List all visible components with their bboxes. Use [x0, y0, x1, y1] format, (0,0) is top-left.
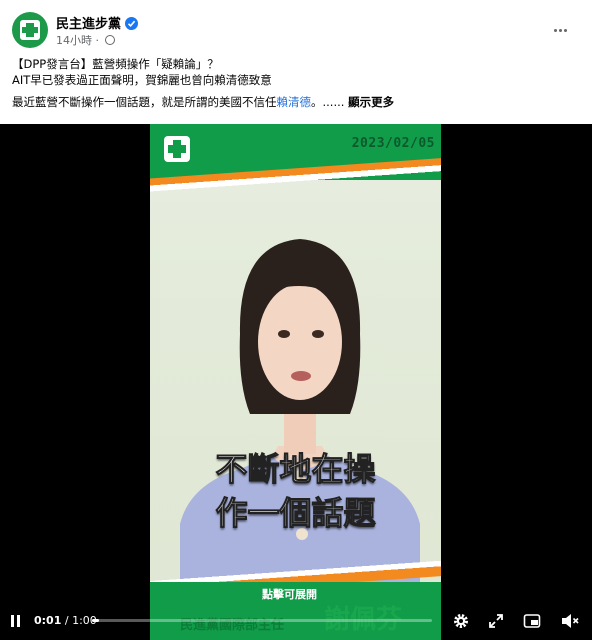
- caption-line: 不斷地在操: [215, 450, 376, 489]
- video-player[interactable]: 2023/02/05 不斷地在操 作一個話題 點擊可展開 民進黨國際部主任 謝佩…: [0, 124, 592, 640]
- page-avatar[interactable]: [12, 12, 48, 48]
- progress-fill: [92, 619, 99, 622]
- hashtag-link[interactable]: 賴清德: [277, 95, 312, 109]
- expand-icon[interactable]: [488, 613, 504, 629]
- more-options-icon[interactable]: [550, 20, 570, 40]
- dpp-logo-icon: [20, 20, 40, 40]
- post-text-line: 最近藍營不斷操作一個話題，就是所謂的美國不信任賴清德。...... 顯示更多: [12, 94, 580, 110]
- progress-bar[interactable]: [92, 619, 432, 622]
- verified-badge-icon: [125, 17, 139, 30]
- post-text-segment: 最近藍營不斷操作一個話題，就是所謂的美國不信任: [12, 95, 277, 109]
- video-frame[interactable]: 2023/02/05 不斷地在操 作一個話題 點擊可展開 民進黨國際部主任 謝佩…: [150, 124, 441, 640]
- volume-muted-icon[interactable]: [560, 612, 580, 630]
- post-text-line: 【DPP發言台】藍營頻操作「疑賴論」？: [12, 57, 219, 71]
- post-text-segment: 。......: [311, 95, 349, 109]
- time-separator: /: [61, 614, 73, 627]
- picture-in-picture-icon[interactable]: [523, 612, 541, 630]
- globe-icon: [104, 35, 115, 45]
- video-controls: 0:01 / 1:00: [0, 602, 592, 640]
- page-name[interactable]: 民主進步黨: [56, 13, 139, 32]
- page-name-label[interactable]: 民主進步黨: [56, 17, 121, 32]
- post-header: 民主進步黨 14小時 ·: [12, 12, 580, 52]
- post-text-line: AIT早已發表過正面聲明，賀錦麗也曾向賴清德致意: [12, 73, 272, 87]
- post-card: 民主進步黨 14小時 · 【DPP發言台】藍營頻操作「疑賴論」？ AIT早已發表…: [0, 0, 592, 640]
- time-display: 0:01 / 1:00: [34, 614, 97, 627]
- pause-icon[interactable]: [10, 615, 22, 627]
- current-time: 0:01: [34, 614, 62, 627]
- caption-line: 作一個話題: [215, 494, 376, 533]
- expand-hint[interactable]: 點擊可展開: [262, 586, 317, 602]
- meta-separator: ·: [95, 34, 100, 47]
- video-date: 2023/02/05: [351, 136, 435, 151]
- post-timestamp[interactable]: 14小時: [56, 34, 92, 47]
- post-text: 【DPP發言台】藍營頻操作「疑賴論」？ AIT早已發表過正面聲明，賀錦麗也曾向賴…: [12, 56, 580, 110]
- video-caption: 不斷地在操 作一個話題: [150, 447, 441, 535]
- see-more-link[interactable]: 顯示更多: [348, 95, 394, 109]
- gear-icon[interactable]: [452, 612, 470, 630]
- dpp-logo-icon: [164, 136, 190, 162]
- post-meta: 14小時 ·: [56, 32, 115, 48]
